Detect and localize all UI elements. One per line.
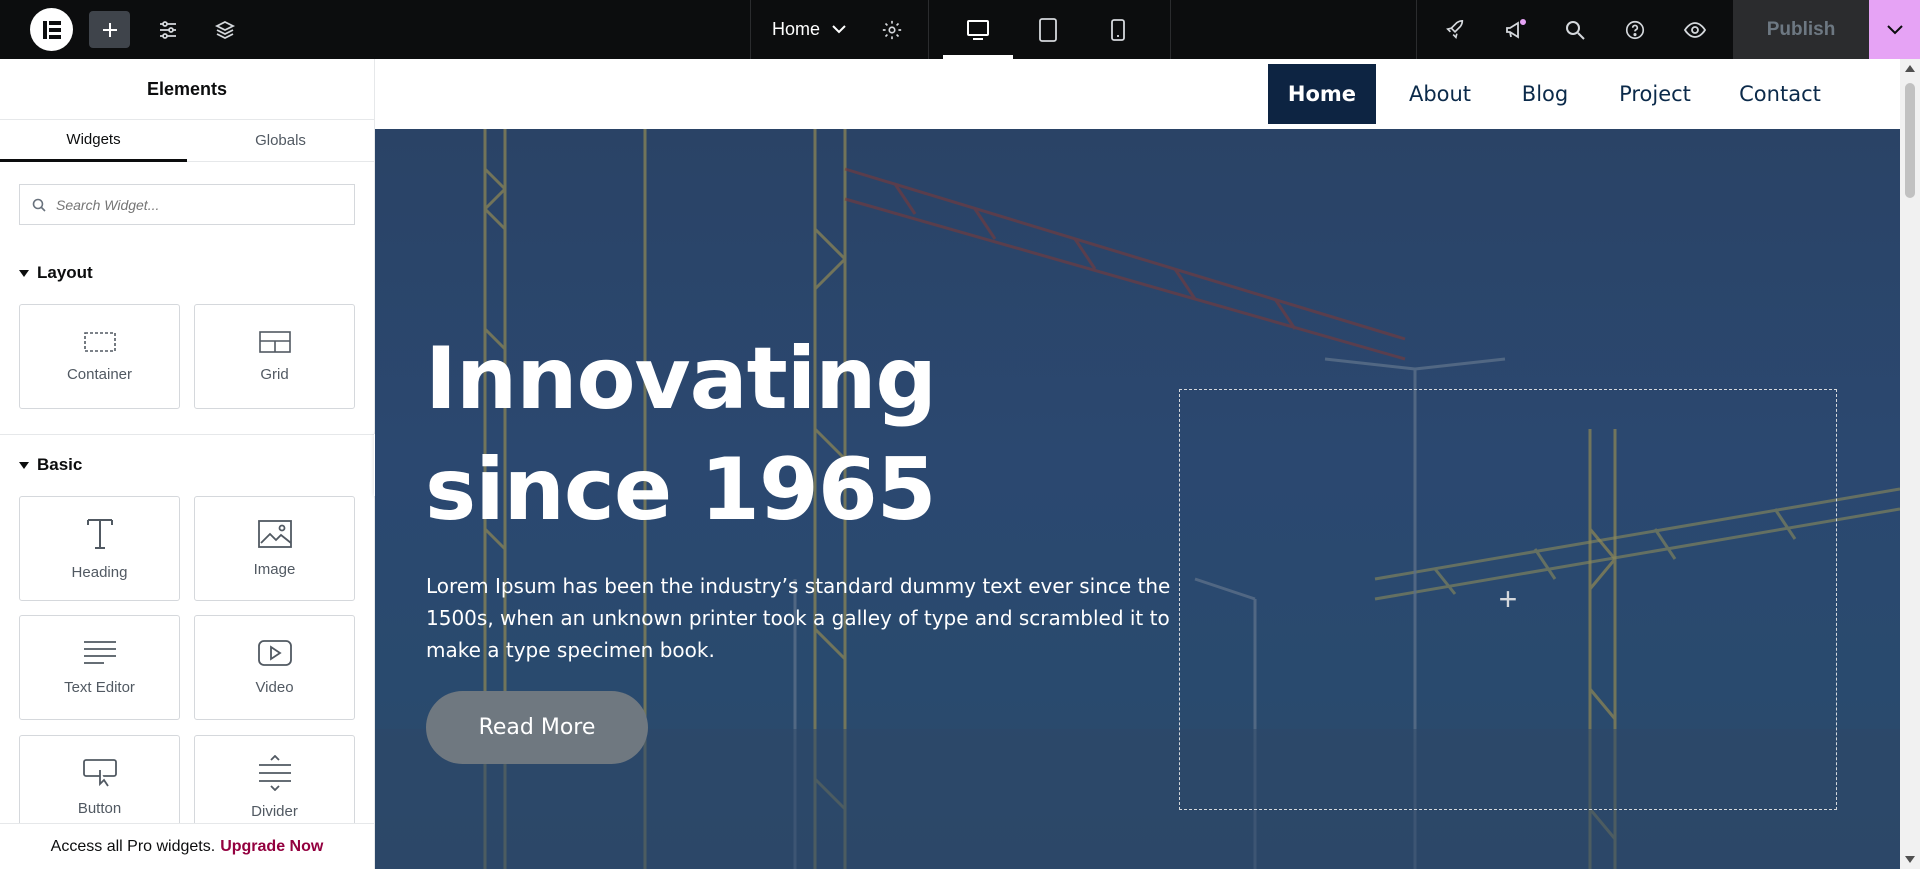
caret-down-icon [19, 461, 29, 469]
plus-icon [102, 22, 117, 37]
scroll-down-arrow[interactable] [1905, 856, 1915, 863]
page-selector[interactable]: Home [772, 0, 846, 59]
divider-icon [258, 755, 291, 791]
category-layout-header[interactable]: Layout [19, 263, 93, 283]
chevron-down-icon [832, 25, 846, 34]
mobile-icon [1111, 18, 1125, 41]
search-icon [1566, 20, 1585, 40]
widget-label: Grid [260, 366, 289, 383]
publish-options-button[interactable] [1869, 0, 1920, 59]
widget-label: Image [253, 561, 296, 578]
rocket-icon [1446, 19, 1464, 39]
hero-description[interactable]: Lorem Ipsum has been the industry’s stan… [426, 570, 1171, 666]
publish-button[interactable]: Publish [1733, 0, 1869, 59]
plus-icon: + [1498, 581, 1518, 617]
structure-button[interactable] [207, 0, 243, 59]
search-input[interactable] [54, 195, 348, 214]
canvas-scrollbar[interactable] [1900, 59, 1920, 869]
top-bar: Home Publish [0, 0, 1920, 59]
container-icon [83, 332, 116, 352]
site-settings-button[interactable] [150, 0, 186, 59]
tab-globals[interactable]: Globals [187, 120, 374, 162]
grid-icon [258, 331, 291, 353]
hero-heading-line1: Innovating [425, 329, 937, 429]
hero-heading[interactable]: Innovating since 1965 [425, 324, 1125, 546]
upgrade-now-link[interactable]: Upgrade Now [220, 838, 323, 856]
nav-item-blog[interactable]: Blog [1500, 64, 1590, 124]
search-button[interactable] [1557, 0, 1593, 59]
notifications-button[interactable] [1497, 0, 1533, 59]
widget-label: Button [77, 800, 122, 817]
desktop-view-button[interactable] [943, 0, 1013, 59]
nav-item-home[interactable]: Home [1268, 64, 1376, 124]
megaphone-icon [1506, 18, 1526, 39]
pro-promo-banner: Access all Pro widgets. Upgrade Now [0, 823, 374, 869]
category-basic-header[interactable]: Basic [19, 455, 82, 475]
page-name: Home [772, 19, 821, 39]
eye-icon [1683, 21, 1707, 38]
page-settings-button[interactable] [874, 0, 910, 59]
heading-icon [86, 519, 113, 549]
panel-title: Elements [0, 59, 374, 120]
widget-image[interactable]: Image [194, 496, 355, 601]
caret-down-icon [19, 269, 29, 277]
chevron-down-icon [1886, 24, 1903, 34]
hero-section[interactable]: Innovating since 1965 Lorem Ipsum has be… [375, 129, 1900, 869]
launchpad-button[interactable] [1437, 0, 1473, 59]
button-icon [82, 759, 117, 787]
promo-text: Access all Pro widgets. [50, 838, 216, 855]
scroll-up-arrow[interactable] [1905, 65, 1915, 72]
widget-text-editor[interactable]: Text Editor [19, 615, 180, 720]
tablet-icon [1039, 17, 1057, 42]
widget-video[interactable]: Video [194, 615, 355, 720]
tablet-view-button[interactable] [1030, 0, 1066, 59]
empty-column-dropzone[interactable]: + [1179, 389, 1837, 810]
scroll-thumb[interactable] [1905, 83, 1915, 198]
sliders-icon [160, 20, 176, 39]
widget-heading[interactable]: Heading [19, 496, 180, 601]
widget-container[interactable]: Container [19, 304, 180, 409]
read-more-button[interactable]: Read More [426, 691, 648, 764]
widget-label: Text Editor [64, 679, 135, 696]
help-circle-icon [1625, 20, 1645, 39]
preview-button[interactable] [1677, 0, 1713, 59]
mobile-view-button[interactable] [1100, 0, 1136, 59]
section-divider [0, 434, 374, 435]
desktop-icon [967, 19, 989, 40]
nav-item-project[interactable]: Project [1600, 64, 1710, 124]
category-label: Basic [37, 455, 83, 474]
elements-panel: Elements Widgets Globals Layout Containe… [0, 59, 375, 869]
tab-widgets[interactable]: Widgets [0, 120, 187, 162]
nav-item-about[interactable]: About [1390, 64, 1490, 124]
gear-icon [882, 20, 902, 39]
widget-label: Container [66, 366, 133, 383]
image-icon [257, 520, 292, 548]
add-element-button[interactable] [89, 11, 130, 48]
widget-label: Heading [71, 564, 128, 581]
elementor-logo-icon[interactable] [30, 8, 73, 51]
video-icon [257, 640, 292, 666]
search-widget-field[interactable] [19, 184, 355, 225]
widget-label: Video [255, 679, 294, 696]
site-navigation: Home About Blog Project Contact [375, 59, 1900, 129]
layers-icon [214, 20, 236, 39]
text-editor-icon [83, 641, 116, 664]
category-label: Layout [37, 263, 93, 282]
help-button[interactable] [1617, 0, 1653, 59]
hero-heading-line2: since 1965 [425, 440, 937, 540]
widget-grid[interactable]: Grid [194, 304, 355, 409]
nav-item-contact[interactable]: Contact [1720, 64, 1840, 124]
widget-label: Divider [251, 803, 298, 820]
preview-canvas: Home About Blog Project Contact Innovati… [375, 59, 1900, 869]
search-icon [32, 198, 46, 212]
